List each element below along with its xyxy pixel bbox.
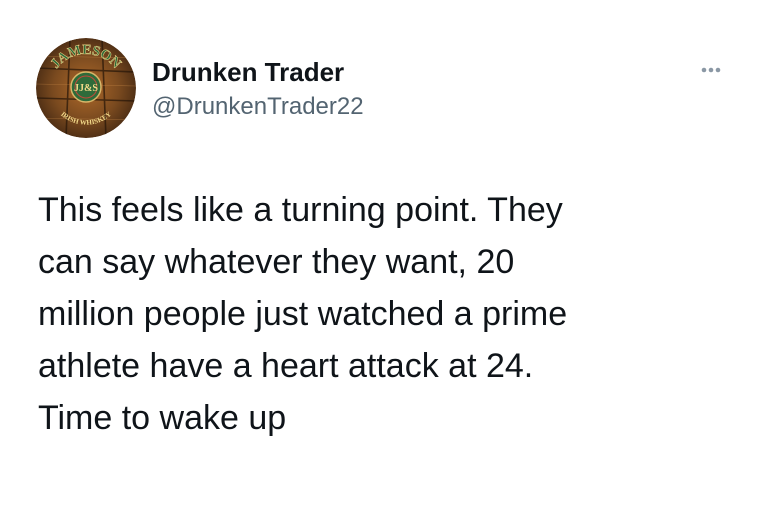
tweet-text-line: Time to wake up bbox=[38, 399, 287, 437]
tweet-text-line: athlete have a heart attack at 24. bbox=[38, 347, 534, 385]
tweet-text-line: This feels like a turning point. They bbox=[38, 191, 563, 229]
tweet-text-line: million people just watched a prime bbox=[38, 295, 568, 333]
tweet-text-line: can say whatever they want, 20 bbox=[38, 243, 515, 281]
tweet-card: JJ&S JAMESON IRISH WHISKEY Drunken Trade… bbox=[0, 0, 764, 513]
more-options-icon bbox=[701, 67, 721, 73]
avatar[interactable]: JJ&S JAMESON IRISH WHISKEY bbox=[36, 38, 136, 138]
more-options-button[interactable] bbox=[696, 60, 726, 80]
jameson-barrel-avatar-icon: JJ&S JAMESON IRISH WHISKEY bbox=[36, 38, 136, 138]
avatar-logo-center: JJ&S bbox=[74, 83, 98, 94]
author-handle[interactable]: @DrunkenTrader22 bbox=[152, 92, 364, 122]
author-display-name[interactable]: Drunken Trader bbox=[152, 56, 344, 88]
tweet-text: This feels like a turning point. They ca… bbox=[38, 184, 698, 444]
